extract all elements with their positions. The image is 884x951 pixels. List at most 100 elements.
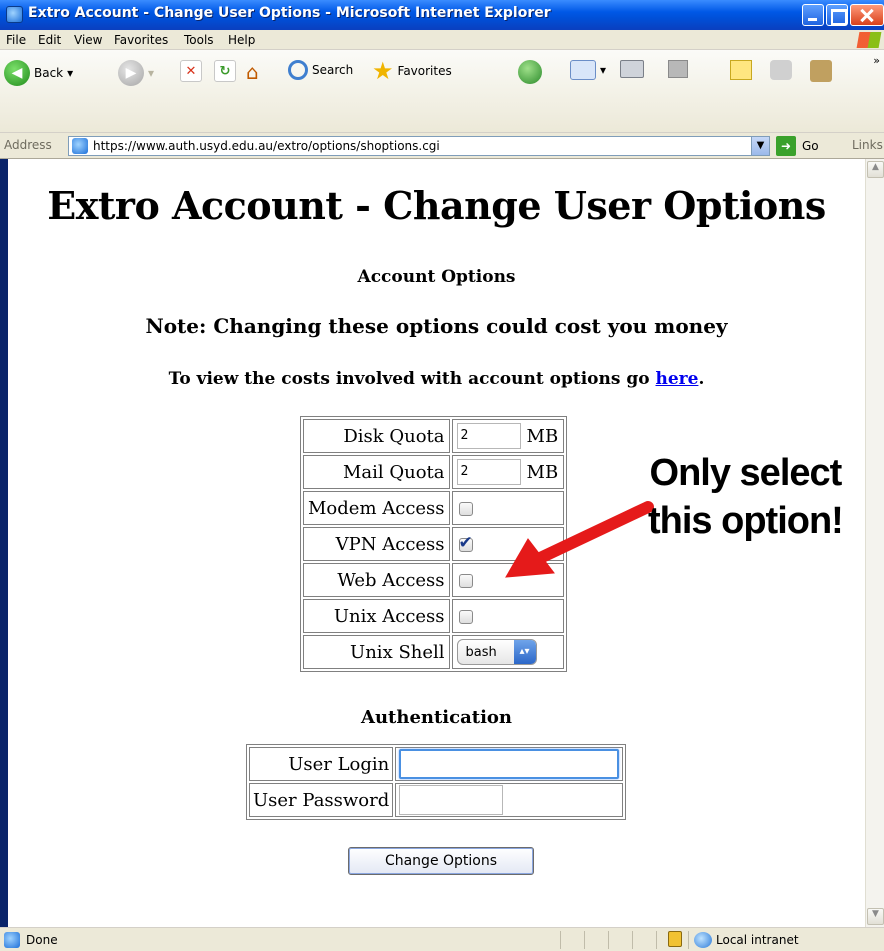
discuss-button[interactable]	[730, 60, 752, 80]
back-arrow-icon: ◀	[4, 60, 30, 86]
media-icon	[518, 60, 542, 84]
disk-quota-input[interactable]: 2	[456, 423, 521, 449]
disk-quota-label: Disk Quota	[303, 419, 450, 453]
modem-access-checkbox[interactable]	[458, 501, 473, 516]
unix-shell-select[interactable]: bash ▴▾	[456, 639, 537, 665]
status-text: Done	[26, 933, 58, 947]
status-bar: Done Local intranet	[0, 927, 884, 951]
vpn-access-label: VPN Access	[303, 527, 450, 561]
annotation-callout: Only select this option!	[648, 449, 844, 545]
print-button[interactable]	[620, 60, 644, 78]
windows-logo-icon	[856, 32, 882, 48]
select-arrows-icon: ▴▾	[513, 640, 536, 664]
edit-icon	[668, 60, 688, 78]
dropdown-arrow-icon: ▾	[67, 66, 74, 80]
status-divider	[656, 931, 657, 949]
menu-tools[interactable]: Tools	[184, 33, 214, 47]
disk-quota-unit: MB	[526, 425, 559, 447]
mail-quota-unit: MB	[526, 461, 559, 483]
research-button[interactable]	[810, 60, 832, 82]
home-button[interactable]: ⌂	[246, 60, 259, 84]
page-title: Extro Account - Change User Options	[47, 183, 826, 228]
favorites-button[interactable]: ★ Favorites	[372, 57, 452, 85]
arrow-shaft	[532, 501, 654, 565]
authentication-table: User Login User Password	[246, 744, 627, 820]
web-access-label: Web Access	[303, 563, 450, 597]
cost-info-line: To view the costs involved with account …	[8, 369, 865, 389]
address-label: Address	[4, 138, 52, 152]
vertical-scrollbar[interactable]: ▲ ▼	[865, 159, 884, 927]
forward-arrow-icon: ▶	[118, 60, 144, 86]
status-divider	[688, 931, 689, 949]
user-password-input[interactable]	[399, 785, 504, 815]
modem-access-label: Modem Access	[303, 491, 450, 525]
unix-shell-label: Unix Shell	[303, 635, 450, 669]
table-row: User Password	[249, 783, 624, 817]
cost-info-link[interactable]: here	[655, 369, 698, 389]
table-row: Unix Access	[303, 599, 564, 633]
stop-button[interactable]: ✕	[180, 60, 202, 82]
maximize-button[interactable]	[826, 4, 848, 26]
scroll-down-icon[interactable]: ▼	[867, 908, 884, 925]
menu-favorites[interactable]: Favorites	[114, 33, 168, 47]
table-row: Unix Shell bash ▴▾	[303, 635, 564, 669]
favorites-star-icon: ★	[372, 57, 394, 85]
menu-view[interactable]: View	[74, 33, 102, 47]
search-button[interactable]: Search	[288, 60, 353, 80]
table-row: User Login	[249, 747, 624, 781]
go-button[interactable]: ➜ Go	[776, 136, 819, 156]
close-button[interactable]	[850, 4, 884, 26]
media-button[interactable]	[518, 60, 542, 84]
mail-quota-cell: 2 MB	[451, 455, 564, 489]
minimize-button[interactable]	[802, 4, 824, 26]
window-title: Extro Account - Change User Options - Mi…	[28, 5, 551, 21]
page-done-icon	[4, 932, 20, 948]
favorites-label: Favorites	[397, 64, 452, 78]
address-dropdown-icon[interactable]: ▼	[751, 137, 769, 155]
annotation-line-1: Only select	[649, 452, 843, 494]
table-row: Disk Quota 2 MB	[303, 419, 564, 453]
search-label: Search	[312, 63, 354, 77]
page-content: Extro Account - Change User Options Acco…	[8, 159, 865, 927]
user-password-label: User Password	[249, 783, 394, 817]
change-options-button[interactable]: Change Options	[348, 847, 534, 875]
user-password-cell	[395, 783, 624, 817]
table-row: Mail Quota 2 MB	[303, 455, 564, 489]
address-url: https://www.auth.usyd.edu.au/extro/optio…	[93, 139, 440, 153]
discuss-icon	[730, 60, 752, 80]
user-login-input[interactable]	[399, 749, 620, 779]
messenger-button[interactable]	[770, 60, 792, 80]
back-label: Back	[34, 66, 64, 80]
web-access-checkbox[interactable]	[458, 573, 473, 588]
scroll-up-icon[interactable]: ▲	[867, 161, 884, 178]
refresh-icon: ↻	[214, 60, 236, 82]
menu-edit[interactable]: Edit	[38, 33, 61, 47]
cost-info-text: To view the costs involved with account …	[168, 369, 656, 389]
window-left-border	[0, 159, 8, 927]
menu-file[interactable]: File	[6, 33, 26, 47]
toolbar-overflow-icon[interactable]: »	[873, 54, 880, 67]
unix-shell-cell: bash ▴▾	[451, 635, 564, 669]
mail-button[interactable]: ▾	[570, 60, 606, 80]
menu-help[interactable]: Help	[228, 33, 255, 47]
vpn-access-checkbox[interactable]	[458, 533, 473, 553]
standard-toolbar: ◀ Back ▾ ▶ ▾ ✕ ↻ ⌂ Search ★ Favorites ▾ …	[0, 50, 884, 133]
mail-quota-input[interactable]: 2	[456, 459, 521, 485]
links-label[interactable]: Links	[852, 138, 883, 152]
search-icon	[288, 60, 308, 80]
account-options-heading: Account Options	[357, 267, 516, 287]
refresh-button[interactable]: ↻	[214, 60, 236, 82]
stop-icon: ✕	[180, 60, 202, 82]
edit-button[interactable]	[668, 60, 688, 78]
unix-access-checkbox[interactable]	[458, 609, 473, 624]
intranet-zone-icon	[694, 932, 712, 948]
address-input[interactable]: https://www.auth.usyd.edu.au/extro/optio…	[68, 136, 770, 156]
messenger-icon	[770, 60, 792, 80]
title-bar: Extro Account - Change User Options - Mi…	[0, 0, 884, 30]
back-button[interactable]: ◀ Back ▾	[4, 60, 73, 86]
go-arrow-icon: ➜	[776, 136, 796, 156]
mail-quota-label: Mail Quota	[303, 455, 450, 489]
forward-button[interactable]: ▶ ▾	[118, 60, 154, 86]
status-divider	[584, 931, 585, 949]
annotation-line-2: this option!	[648, 500, 844, 542]
